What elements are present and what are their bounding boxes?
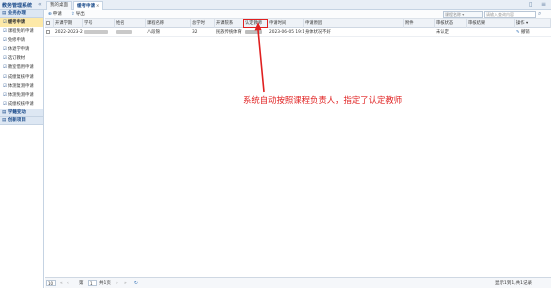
annotation-text: 系统自动按照课程负责人，指定了认定教师 xyxy=(243,95,403,105)
annotation-arrow xyxy=(254,22,265,93)
arrow-head xyxy=(254,22,262,31)
arrow-line xyxy=(257,29,265,93)
